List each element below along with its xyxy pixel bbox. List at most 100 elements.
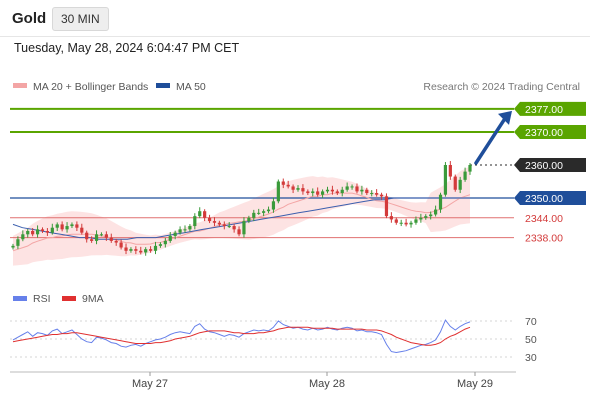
candle-body xyxy=(375,193,379,195)
candle-body xyxy=(203,211,207,218)
candle-body xyxy=(463,171,467,180)
candle-body xyxy=(80,227,84,233)
rsi-tick-30: 30 xyxy=(525,352,537,364)
x-tick-label: May 27 xyxy=(132,378,168,390)
candle-body xyxy=(340,189,344,194)
candle-body xyxy=(262,211,266,213)
candle xyxy=(453,174,457,192)
candle-body xyxy=(217,222,221,225)
candle-body xyxy=(16,239,20,246)
credit-text: Research © 2024 Trading Central xyxy=(423,81,580,93)
rsi-tick-70: 70 xyxy=(525,316,537,328)
rsi-legend-label: RSI xyxy=(33,293,51,305)
ma20-legend-swatch xyxy=(13,83,27,88)
candle-body xyxy=(188,226,192,230)
ma9-legend-swatch xyxy=(62,296,76,301)
candle-body xyxy=(173,232,177,236)
candle-body xyxy=(434,209,438,215)
rsi-panel: 30 50 70 xyxy=(10,316,537,364)
candle-body xyxy=(320,191,325,195)
candle-body xyxy=(50,227,54,233)
candle xyxy=(448,161,452,180)
candle-body xyxy=(438,194,443,210)
candle-body xyxy=(350,186,354,188)
candle-body xyxy=(35,229,40,235)
candle-body xyxy=(419,217,423,220)
candle-body xyxy=(237,229,241,235)
x-tick-label: May 29 xyxy=(457,378,493,390)
candle-body xyxy=(144,249,148,253)
rsi-tick-50: 50 xyxy=(525,334,537,346)
candle-body xyxy=(222,224,226,227)
candle-body xyxy=(11,245,15,248)
candle-body xyxy=(85,232,89,240)
candle-body xyxy=(291,186,295,190)
candle-body xyxy=(114,240,118,243)
candle-body xyxy=(55,224,59,228)
candle-body xyxy=(193,216,197,227)
candle xyxy=(384,193,389,219)
candle-body xyxy=(316,191,320,195)
candle-body xyxy=(94,234,99,241)
candle-body xyxy=(40,229,45,231)
candle-body xyxy=(247,217,251,222)
candle-body xyxy=(90,239,94,241)
candle-body xyxy=(296,188,300,190)
candle-body xyxy=(448,165,452,177)
level-label-text: 2370.00 xyxy=(525,127,563,139)
candle-body xyxy=(227,226,231,228)
candle-body xyxy=(109,237,113,241)
ma50-legend-label: MA 50 xyxy=(176,81,206,93)
level-label-text: 2360.00 xyxy=(525,160,563,172)
candle-body xyxy=(168,235,172,241)
candle-body xyxy=(70,224,74,227)
candle-body xyxy=(119,242,123,248)
level-label-2360.00: 2360.00 xyxy=(514,158,586,172)
candle-body xyxy=(379,194,384,197)
candle-body xyxy=(384,196,389,217)
x-axis: May 27 May 28 May 29 xyxy=(132,372,493,390)
candle-body xyxy=(360,189,364,192)
bollinger-band xyxy=(13,166,470,266)
candle-body xyxy=(443,165,448,195)
candle-body xyxy=(212,221,217,223)
candle-body xyxy=(124,247,128,251)
candle xyxy=(203,209,207,222)
candle-body xyxy=(281,181,285,185)
level-labels-layer: 2377.00 2370.00 2360.00 2350.00 2344.00 2338.… xyxy=(514,101,586,245)
candle-body xyxy=(311,191,315,194)
candle-body xyxy=(394,219,398,223)
candle-body xyxy=(257,212,261,214)
candle-body xyxy=(276,181,280,202)
level-label-text: 2338.00 xyxy=(525,233,563,245)
candle-body xyxy=(104,234,108,238)
candle-body xyxy=(301,188,305,192)
level-label-2370.00: 2370.00 xyxy=(514,125,586,139)
candle-body xyxy=(65,226,69,230)
candle-body xyxy=(232,226,236,230)
candle-body xyxy=(355,186,359,192)
chart-legend: MA 20 + Bollinger Bands MA 50 Research ©… xyxy=(13,81,580,93)
forecast-arrow-layer xyxy=(474,110,512,165)
ma9-legend-label: 9MA xyxy=(82,293,104,305)
candle-body xyxy=(286,184,290,187)
candle-body xyxy=(183,229,187,231)
candle-body xyxy=(198,211,202,217)
candle-body xyxy=(252,212,256,218)
candle-body xyxy=(129,249,133,251)
candle-body xyxy=(26,231,30,235)
candle xyxy=(404,218,408,227)
candle-body xyxy=(158,244,163,246)
candle-body xyxy=(207,217,212,222)
candle-body xyxy=(242,221,246,235)
x-tick-label: May 28 xyxy=(309,378,345,390)
candle-body xyxy=(60,224,64,230)
level-label-2338.00: 2338.00 xyxy=(525,233,563,245)
candle-body xyxy=(139,250,143,253)
candle-body xyxy=(409,222,413,225)
candle xyxy=(389,212,393,223)
candle-body xyxy=(306,191,310,194)
candle-body xyxy=(414,219,418,223)
rsi-line xyxy=(12,319,471,354)
candle-body xyxy=(99,234,104,236)
